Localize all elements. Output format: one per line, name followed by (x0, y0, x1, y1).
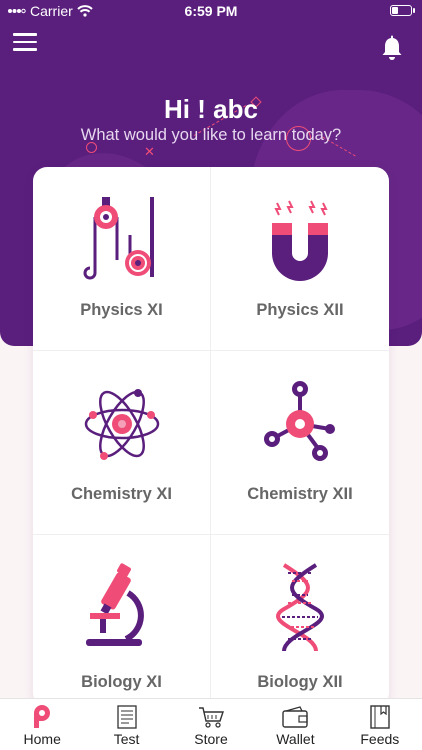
course-tile-chemistry-xi[interactable]: Chemistry XI (33, 351, 211, 535)
tab-store[interactable]: Store (169, 699, 253, 750)
greeting-title: Hi ! abc (164, 94, 258, 124)
tab-test[interactable]: Test (84, 699, 168, 750)
course-label: Physics XII (256, 301, 344, 319)
decor-cross-icon: ✕ (144, 144, 155, 159)
tab-feeds[interactable]: Feeds (338, 699, 422, 750)
course-label: Chemistry XII (247, 485, 353, 503)
course-label: Biology XI (81, 673, 162, 691)
course-tile-chemistry-xii[interactable]: Chemistry XII (211, 351, 389, 535)
course-grid: Physics XI Physics XII Chemistry XI Chem… (33, 167, 389, 707)
course-label: Biology XII (257, 673, 343, 691)
course-tile-physics-xi[interactable]: Physics XI (33, 167, 211, 351)
bottom-tab-bar: Home Test Store Wallet Feeds (0, 698, 422, 750)
menu-button[interactable] (13, 33, 37, 51)
notification-bell-icon[interactable] (380, 35, 404, 61)
tab-label: Feeds (360, 731, 400, 747)
magnet-icon (272, 200, 328, 281)
tab-wallet[interactable]: Wallet (253, 699, 337, 750)
hamburger-icon (13, 33, 37, 36)
course-label: Chemistry XI (71, 485, 172, 503)
test-sheet-icon (116, 705, 137, 729)
microscope-icon (85, 563, 144, 646)
course-label: Physics XI (80, 301, 163, 319)
tab-label: Wallet (276, 731, 315, 747)
pulley-icon (83, 197, 154, 280)
battery-icon (390, 5, 415, 16)
course-tile-biology-xii[interactable]: Biology XII (211, 535, 389, 707)
tab-label: Home (23, 731, 61, 747)
course-tile-physics-xii[interactable]: Physics XII (211, 167, 389, 351)
status-bar: Carrier 6:59 PM (0, 0, 422, 22)
molecule-icon (264, 381, 335, 461)
book-icon (370, 705, 390, 729)
atom-icon (84, 389, 159, 460)
clock: 6:59 PM (184, 3, 238, 19)
dna-icon (276, 563, 324, 652)
course-tile-biology-xi[interactable]: Biology XI (33, 535, 211, 707)
greeting-subtitle: What would you like to learn today? (80, 126, 342, 144)
wallet-icon (282, 706, 309, 728)
cart-icon (199, 707, 224, 728)
tab-label: Test (113, 731, 140, 747)
tab-home[interactable]: Home (0, 699, 84, 750)
tab-label: Store (194, 731, 228, 747)
home-logo-icon (34, 705, 51, 728)
